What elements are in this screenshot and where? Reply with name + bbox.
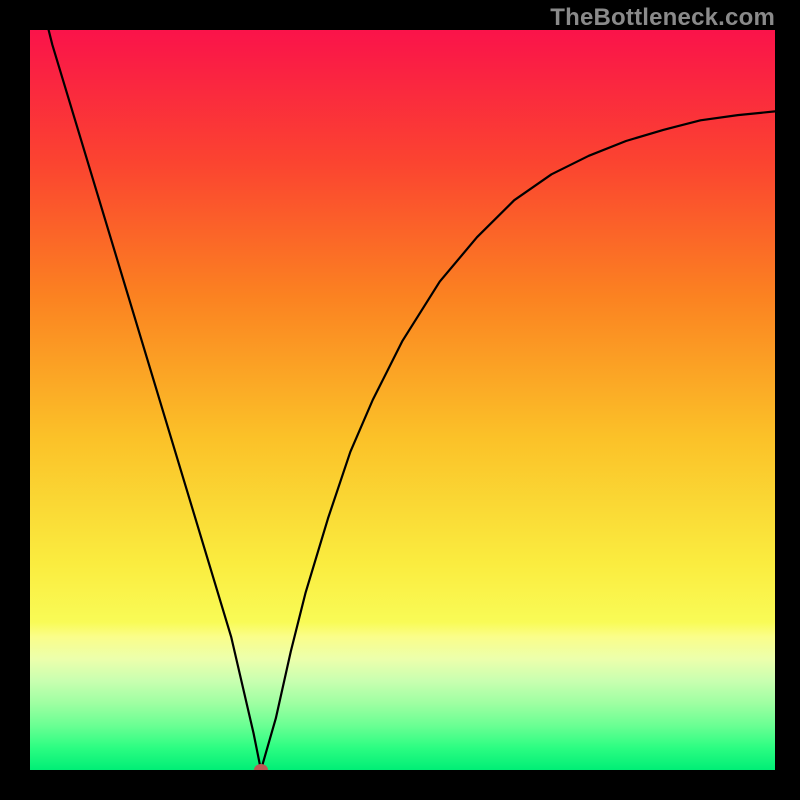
plot-area xyxy=(30,30,775,770)
chart-canvas: TheBottleneck.com xyxy=(0,0,800,800)
watermark-text: TheBottleneck.com xyxy=(550,4,775,32)
optimal-point-marker xyxy=(254,764,268,770)
curve-layer xyxy=(30,30,775,770)
bottleneck-curve xyxy=(30,30,775,770)
